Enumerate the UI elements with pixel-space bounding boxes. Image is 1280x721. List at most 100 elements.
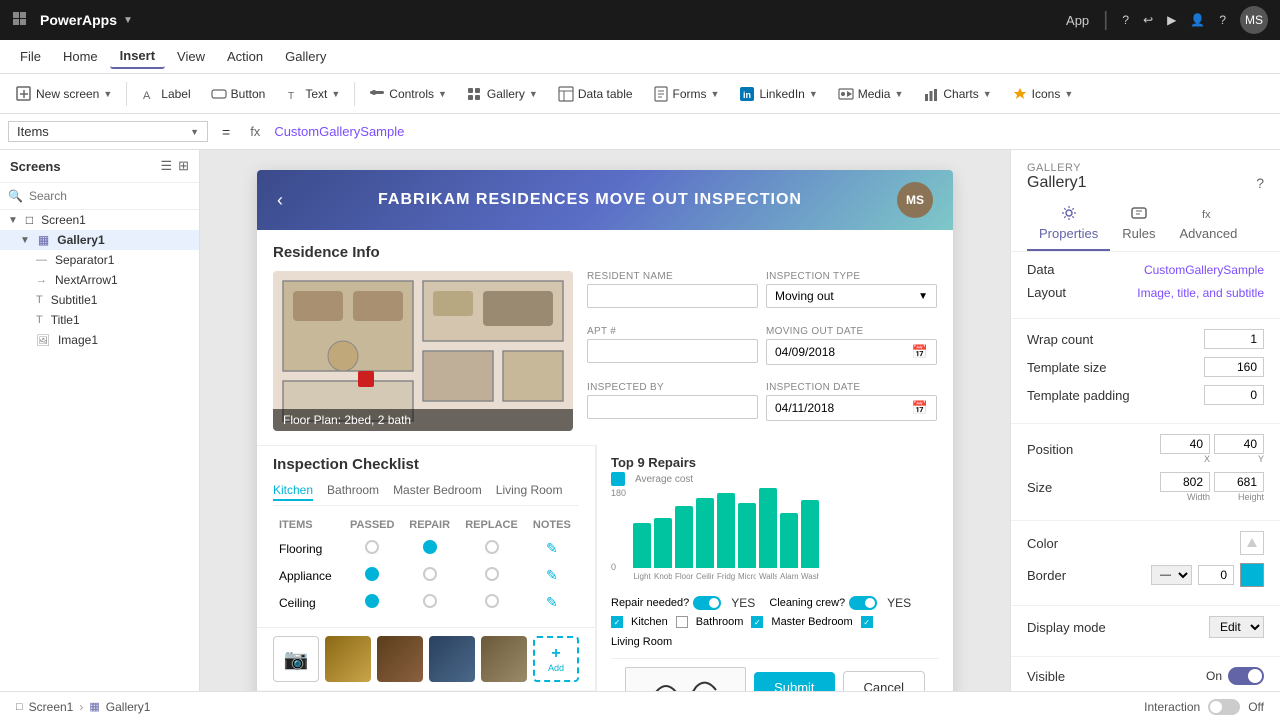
tab-advanced[interactable]: fx Advanced — [1168, 196, 1250, 251]
button-button[interactable]: Button — [203, 82, 274, 106]
template-padding-input[interactable] — [1204, 385, 1264, 405]
checkbox-living[interactable]: ✓ — [861, 616, 873, 628]
border-color-swatch[interactable] — [1240, 563, 1264, 587]
tab-master-bedroom[interactable]: Master Bedroom — [393, 483, 482, 501]
pos-y-input[interactable] — [1214, 434, 1264, 454]
radio-appliance-replace[interactable] — [458, 563, 524, 588]
height-input[interactable] — [1214, 472, 1264, 492]
tree-item-subtitle1[interactable]: T Subtitle1 — [0, 290, 199, 310]
menu-action[interactable]: Action — [217, 45, 273, 68]
app-canvas: ‹ FABRIKAM RESIDENCES MOVE OUT INSPECTIO… — [257, 170, 953, 691]
width-input[interactable] — [1160, 472, 1210, 492]
text-button[interactable]: T Text ▼ — [277, 82, 348, 106]
display-mode-select[interactable]: Edit — [1209, 616, 1264, 638]
forms-button[interactable]: Forms ▼ — [645, 82, 728, 106]
menu-gallery[interactable]: Gallery — [275, 45, 336, 68]
breadcrumb-gallery[interactable]: Gallery1 — [106, 700, 151, 714]
avatar[interactable]: MS — [1240, 6, 1268, 34]
linkedin-button[interactable]: in LinkedIn ▼ — [731, 82, 825, 106]
checkbox-master[interactable]: ✓ — [751, 616, 763, 628]
undo-icon[interactable]: ↩ — [1143, 13, 1153, 27]
repair-needed-toggle[interactable] — [693, 596, 721, 610]
help-icon-right[interactable]: ? — [1256, 175, 1264, 191]
layout-value[interactable]: Image, title, and subtitle — [1137, 286, 1264, 300]
canvas-area: ‹ FABRIKAM RESIDENCES MOVE OUT INSPECTIO… — [200, 150, 1010, 691]
menu-home[interactable]: Home — [53, 45, 108, 68]
label-button[interactable]: A Label — [133, 82, 198, 106]
gallery-toolbar-button[interactable]: Gallery ▼ — [459, 82, 546, 106]
camera-button[interactable]: 📷 — [273, 636, 319, 682]
tree-item-separator1[interactable]: — Separator1 — [0, 250, 199, 270]
tree-item-title1[interactable]: T Title1 — [0, 310, 199, 330]
run-icon[interactable]: ▶ — [1167, 13, 1176, 27]
screens-header: Screens ☰ ⊞ — [0, 150, 199, 183]
tab-bathroom[interactable]: Bathroom — [327, 483, 379, 501]
radio-flooring-passed[interactable] — [344, 536, 401, 561]
prop-data-section: Data CustomGallerySample Layout Image, t… — [1011, 252, 1280, 319]
help-icon[interactable]: ? — [1122, 13, 1129, 27]
field-selector[interactable]: Items ▼ — [8, 121, 208, 142]
data-table-button[interactable]: Data table — [550, 82, 641, 106]
visible-toggle[interactable] — [1228, 667, 1264, 685]
inspection-type-select[interactable]: Moving out ▼ — [766, 284, 937, 308]
photo-thumb-1[interactable] — [325, 636, 371, 682]
tree-item-nextarrow1[interactable]: → NextArrow1 — [0, 270, 199, 290]
interaction-toggle[interactable] — [1208, 699, 1240, 715]
photo-thumb-3[interactable] — [429, 636, 475, 682]
tree-item-gallery1[interactable]: ▼ ▦ Gallery1 — [0, 230, 199, 250]
template-size-input[interactable] — [1204, 357, 1264, 377]
inspected-by-input[interactable] — [587, 395, 758, 419]
tree-item-image1[interactable]: 🖼 Image1 — [0, 330, 199, 350]
more-icon[interactable]: ? — [1219, 13, 1226, 27]
photo-thumb-4[interactable] — [481, 636, 527, 682]
radio-appliance-repair[interactable] — [403, 563, 456, 588]
submit-button[interactable]: Submit — [754, 672, 834, 692]
cleaning-crew-toggle[interactable] — [849, 596, 877, 610]
radio-flooring-replace[interactable] — [458, 536, 524, 561]
radio-ceiling-replace[interactable] — [458, 590, 524, 615]
checkbox-bathroom[interactable] — [676, 616, 688, 628]
notes-appliance[interactable]: ✎ — [527, 563, 577, 588]
bar-6 — [759, 488, 777, 568]
breadcrumb-screen[interactable]: Screen1 — [29, 700, 74, 714]
app-grid-icon[interactable] — [12, 11, 30, 29]
radio-ceiling-repair[interactable] — [403, 590, 456, 615]
radio-appliance-passed[interactable] — [344, 563, 401, 588]
tree-item-screen1[interactable]: ▼ □ Screen1 — [0, 210, 199, 230]
cancel-button[interactable]: Cancel — [843, 671, 925, 692]
wrap-count-input[interactable] — [1204, 329, 1264, 349]
menu-insert[interactable]: Insert — [110, 44, 165, 69]
menu-file[interactable]: File — [10, 45, 51, 68]
border-style-select[interactable]: — — [1151, 565, 1192, 585]
notes-flooring[interactable]: ✎ — [527, 536, 577, 561]
checkbox-kitchen[interactable]: ✓ — [611, 616, 623, 628]
search-input[interactable] — [29, 189, 191, 203]
grid-view-icon[interactable]: ⊞ — [178, 158, 189, 174]
radio-ceiling-passed[interactable] — [344, 590, 401, 615]
notes-ceiling[interactable]: ✎ — [527, 590, 577, 615]
icons-button[interactable]: Icons ▼ — [1004, 82, 1082, 106]
data-value[interactable]: CustomGallerySample — [1144, 263, 1264, 277]
tab-properties[interactable]: Properties — [1027, 196, 1110, 251]
pos-x-input[interactable] — [1160, 434, 1210, 454]
inspection-date-input[interactable]: 04/11/2018 📅 — [766, 395, 937, 421]
moving-out-date-input[interactable]: 04/09/2018 📅 — [766, 339, 937, 365]
media-button[interactable]: Media ▼ — [830, 82, 912, 106]
menu-view[interactable]: View — [167, 45, 215, 68]
tab-kitchen[interactable]: Kitchen — [273, 483, 313, 501]
color-swatch[interactable] — [1240, 531, 1264, 555]
list-view-icon[interactable]: ☰ — [160, 158, 172, 174]
tab-rules[interactable]: Rules — [1110, 196, 1167, 251]
radio-flooring-repair[interactable] — [403, 536, 456, 561]
photo-add-button[interactable]: + Add — [533, 636, 579, 682]
new-screen-button[interactable]: New screen ▼ — [8, 82, 120, 106]
border-width-input[interactable] — [1198, 565, 1234, 585]
apt-input[interactable] — [587, 339, 758, 363]
user-icon[interactable]: 👤 — [1190, 13, 1205, 27]
photo-thumb-2[interactable] — [377, 636, 423, 682]
formula-input[interactable] — [274, 124, 1272, 139]
resident-name-input[interactable] — [587, 284, 758, 308]
tab-living-room[interactable]: Living Room — [496, 483, 563, 501]
controls-button[interactable]: Controls ▼ — [361, 82, 455, 106]
charts-button[interactable]: Charts ▼ — [915, 82, 999, 106]
